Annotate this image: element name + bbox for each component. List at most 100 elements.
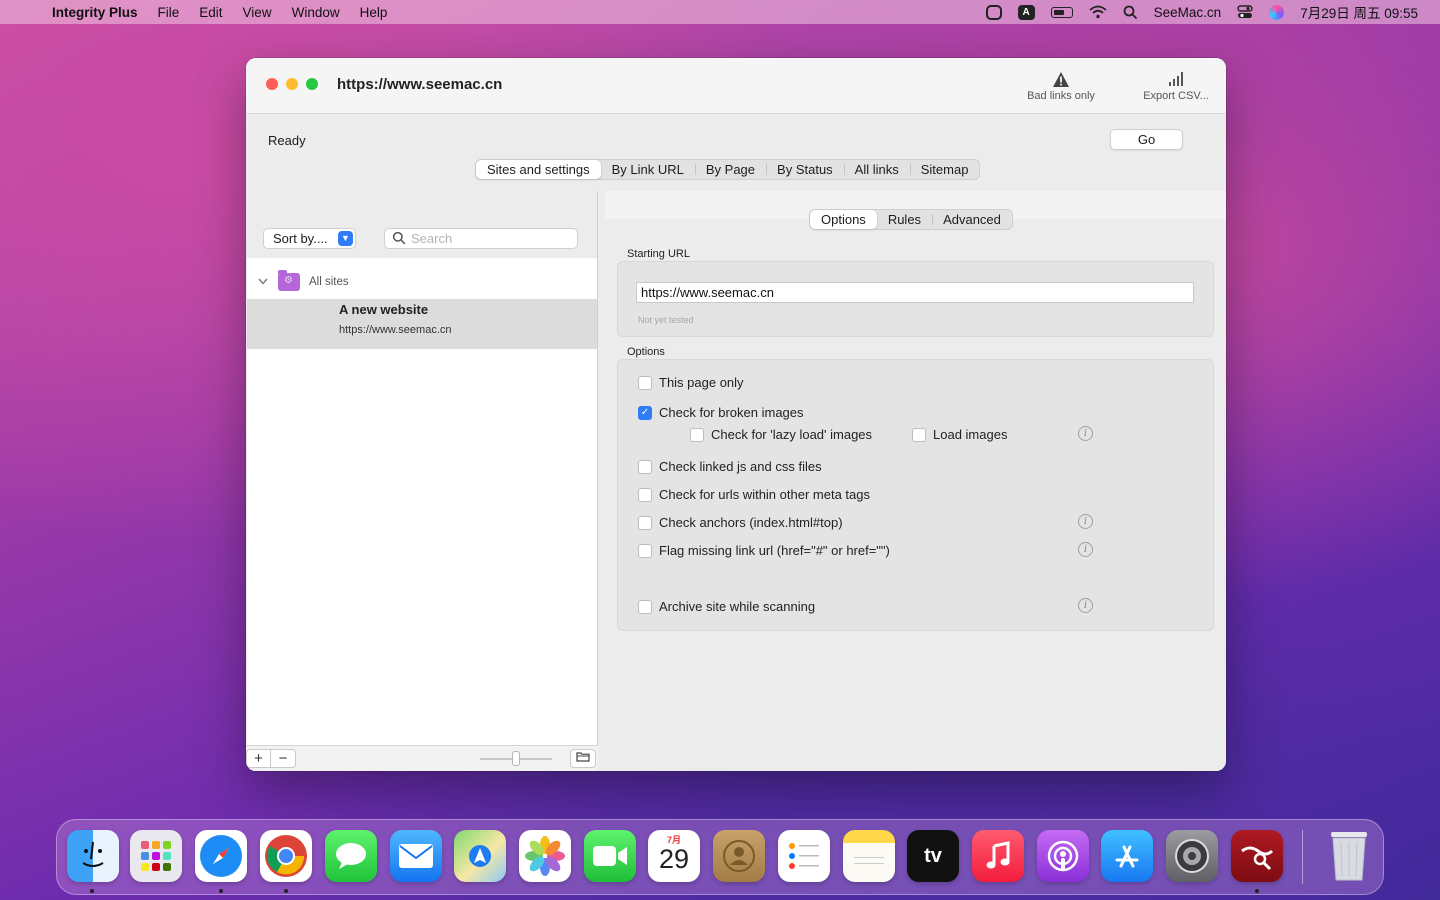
checkbox-checked[interactable]: ✓	[638, 405, 652, 420]
info-icon[interactable]: i	[1078, 514, 1093, 529]
menu-edit[interactable]: Edit	[189, 5, 232, 20]
starting-url-label: Starting URL	[627, 248, 690, 260]
finder-icon[interactable]	[67, 830, 119, 882]
checkbox[interactable]	[638, 375, 652, 390]
tab-by-link-url[interactable]: By Link URL	[601, 160, 695, 179]
options-label: Options	[627, 346, 665, 358]
url-status-text: Not yet tested	[638, 315, 694, 325]
integrity-plus-icon[interactable]	[1231, 830, 1283, 882]
open-folder-button[interactable]	[570, 749, 596, 768]
checkbox[interactable]	[638, 543, 652, 558]
checkbox[interactable]	[912, 427, 926, 442]
zoom-slider-thumb[interactable]	[512, 751, 520, 766]
menubar-clock[interactable]: 7月29日 周五 09:55	[1292, 2, 1426, 22]
option-flag-missing-link-url[interactable]: Flag missing link url (href="#" or href=…	[638, 543, 890, 558]
tab-rules[interactable]: Rules	[877, 210, 932, 229]
input-source-icon[interactable]: A	[1010, 4, 1043, 20]
checkbox[interactable]	[638, 599, 652, 614]
notes-icon[interactable]	[843, 830, 895, 882]
trash-icon[interactable]	[1323, 830, 1375, 882]
export-csv-button[interactable]: Export CSV...	[1136, 68, 1216, 102]
photos-icon[interactable]	[519, 830, 571, 882]
running-indicator	[90, 889, 94, 893]
sort-by-label: Sort by....	[273, 231, 328, 246]
menu-view[interactable]: View	[233, 5, 282, 20]
site-row-selected[interactable]: A new website https://www.seemac.cn	[247, 299, 597, 349]
messages-icon[interactable]	[325, 830, 377, 882]
system-preferences-icon[interactable]	[1166, 830, 1218, 882]
contacts-icon[interactable]	[713, 830, 765, 882]
app-window: https://www.seemac.cn Bad links only Exp…	[246, 58, 1226, 771]
sidebar-bottom-bar: + −	[246, 745, 598, 771]
chrome-icon[interactable]	[260, 830, 312, 882]
bad-links-label: Bad links only	[1027, 90, 1095, 102]
menu-help[interactable]: Help	[350, 5, 398, 20]
dock-separator	[1302, 830, 1303, 884]
launchpad-icon[interactable]	[130, 830, 182, 882]
window-controls	[266, 78, 318, 90]
siri-icon[interactable]	[1261, 4, 1292, 20]
mail-icon[interactable]	[390, 830, 442, 882]
option-this-page-only[interactable]: This page only	[638, 375, 744, 390]
wifi-icon[interactable]	[1081, 5, 1115, 19]
go-button[interactable]: Go	[1110, 129, 1183, 150]
maps-icon[interactable]	[454, 830, 506, 882]
option-archive-site[interactable]: Archive site while scanning	[638, 599, 815, 614]
checkbox[interactable]	[638, 459, 652, 474]
reminders-icon[interactable]	[778, 830, 830, 882]
warning-icon	[1021, 68, 1101, 90]
running-indicator	[284, 889, 288, 893]
export-csv-label: Export CSV...	[1143, 90, 1209, 102]
app-store-icon[interactable]	[1101, 830, 1153, 882]
maximize-button[interactable]	[306, 78, 318, 90]
checkbox[interactable]	[690, 427, 704, 442]
tab-by-status[interactable]: By Status	[766, 160, 844, 179]
starting-url-input[interactable]	[636, 282, 1194, 303]
safari-icon[interactable]	[195, 830, 247, 882]
add-site-button[interactable]: +	[246, 749, 271, 768]
calendar-icon[interactable]: 7月 29	[648, 830, 700, 882]
music-icon[interactable]	[972, 830, 1024, 882]
close-button[interactable]	[266, 78, 278, 90]
status-ring-icon[interactable]	[978, 4, 1010, 20]
option-meta-tag-urls[interactable]: Check for urls within other meta tags	[638, 487, 870, 502]
option-check-anchors[interactable]: Check anchors (index.html#top)	[638, 515, 843, 530]
option-lazy-load-images[interactable]: Check for 'lazy load' images	[690, 427, 872, 442]
site-name: A new website	[339, 302, 429, 317]
option-load-images[interactable]: Load images	[912, 427, 1007, 442]
menubar-site-label[interactable]: SeeMac.cn	[1146, 5, 1230, 20]
bad-links-only-button[interactable]: Bad links only	[1021, 68, 1101, 102]
info-icon[interactable]: i	[1078, 598, 1093, 613]
search-field[interactable]	[384, 228, 578, 249]
disclosure-chevron-icon[interactable]	[252, 276, 274, 288]
menu-window[interactable]: Window	[282, 5, 350, 20]
tab-options[interactable]: Options	[810, 210, 877, 229]
apple-tv-icon[interactable]: tv	[907, 830, 959, 882]
menu-app-name[interactable]: Integrity Plus	[52, 5, 148, 20]
control-center-icon[interactable]	[1229, 5, 1261, 19]
tab-all-links[interactable]: All links	[843, 160, 910, 179]
tab-advanced[interactable]: Advanced	[932, 210, 1012, 229]
menu-file[interactable]: File	[148, 5, 190, 20]
settings-panel: Options Rules Advanced Starting URL Not …	[605, 191, 1226, 771]
info-icon[interactable]: i	[1078, 426, 1093, 441]
tab-sites-and-settings[interactable]: Sites and settings	[476, 160, 601, 179]
calendar-day: 29	[658, 844, 690, 874]
search-input[interactable]	[411, 230, 571, 247]
option-linked-js-css[interactable]: Check linked js and css files	[638, 459, 822, 474]
spotlight-search-icon[interactable]	[1115, 5, 1146, 20]
tab-sitemap[interactable]: Sitemap	[909, 160, 980, 179]
window-title: https://www.seemac.cn	[337, 76, 503, 93]
battery-icon[interactable]	[1043, 6, 1081, 18]
info-icon[interactable]: i	[1078, 542, 1093, 557]
tab-by-page[interactable]: By Page	[694, 160, 766, 179]
minimize-button[interactable]	[286, 78, 298, 90]
sort-by-select[interactable]: Sort by.... ▼	[263, 228, 356, 249]
group-row-all-sites[interactable]: All sites	[247, 268, 597, 296]
podcasts-icon[interactable]	[1037, 830, 1089, 882]
checkbox[interactable]	[638, 515, 652, 530]
checkbox[interactable]	[638, 487, 652, 502]
option-check-broken-images[interactable]: ✓ Check for broken images	[638, 405, 804, 420]
remove-site-button[interactable]: −	[271, 749, 296, 768]
facetime-icon[interactable]	[584, 830, 636, 882]
